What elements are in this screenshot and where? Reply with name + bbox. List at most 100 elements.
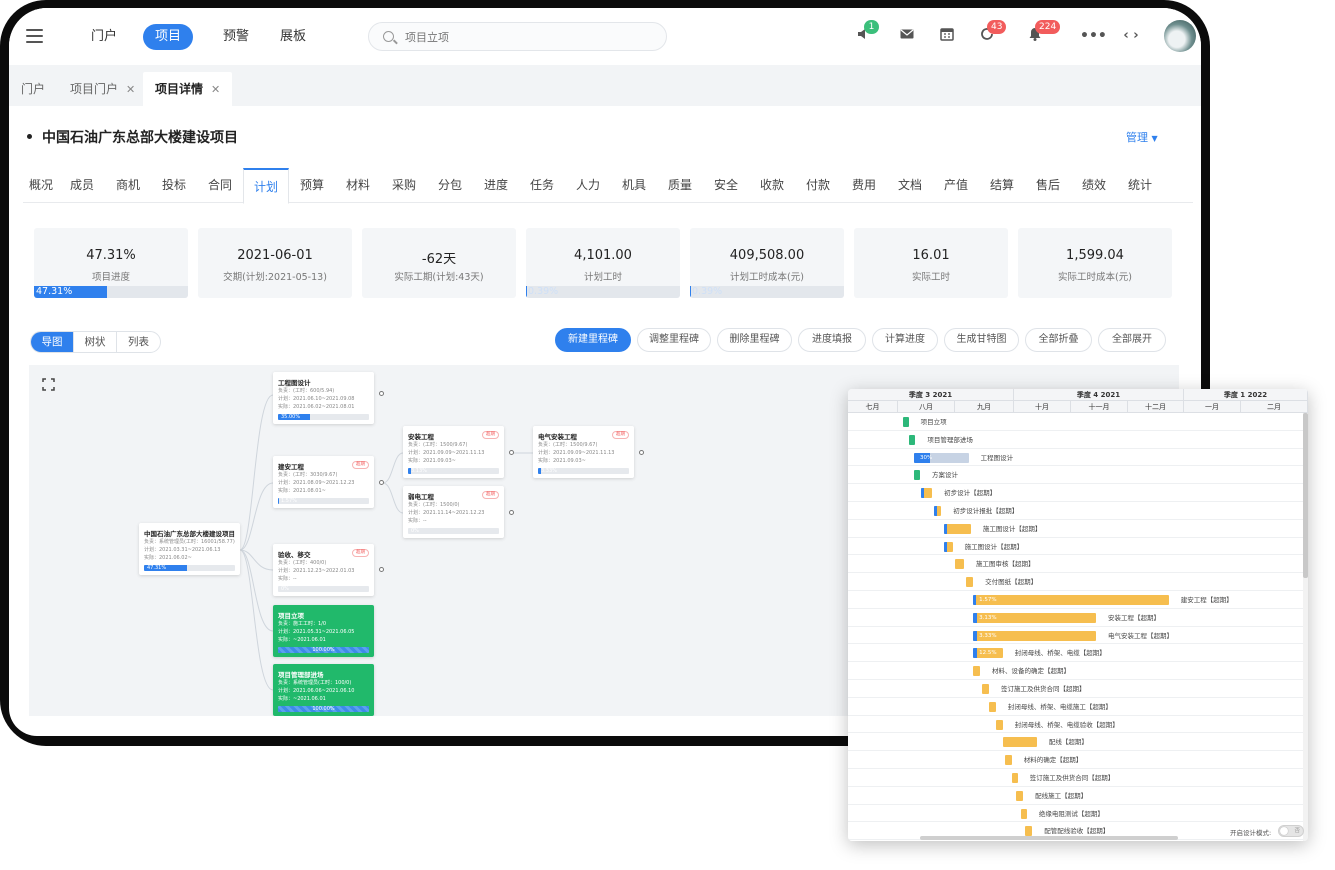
gantt-task-bar[interactable]: 1.57%: [973, 595, 1169, 605]
mail-icon[interactable]: [897, 26, 917, 46]
module-tab[interactable]: 计划: [243, 168, 289, 204]
gantt-row[interactable]: 配线施工【超期】: [848, 787, 1303, 805]
module-tab[interactable]: 进度: [473, 168, 519, 203]
gantt-row[interactable]: 绝缘电阻测试【超期】: [848, 805, 1303, 823]
gantt-task-bar[interactable]: [982, 684, 990, 694]
close-icon[interactable]: ✕: [211, 83, 220, 96]
close-icon[interactable]: ✕: [126, 83, 135, 96]
gantt-row[interactable]: 项目管理部进场: [848, 431, 1303, 449]
menu-icon[interactable]: [26, 29, 43, 43]
module-tab[interactable]: 统计: [1117, 168, 1163, 203]
speaker-icon[interactable]: 1: [854, 20, 879, 46]
horizontal-scrollbar[interactable]: [920, 836, 1178, 840]
view-mindmap[interactable]: 导图: [31, 332, 74, 352]
gantt-row[interactable]: 施工图设计【超期】: [848, 520, 1303, 538]
expand-knob[interactable]: [379, 391, 384, 396]
view-tree[interactable]: 树状: [74, 332, 117, 352]
module-tab[interactable]: 概况: [23, 168, 59, 203]
page-tab-portal[interactable]: 门户: [9, 72, 57, 106]
gantt-task-bar[interactable]: [1002, 737, 1037, 748]
code-icon[interactable]: ‹ ›: [1121, 26, 1141, 46]
search-box[interactable]: [368, 22, 667, 51]
gantt-task-bar[interactable]: [943, 523, 971, 534]
mindmap-node[interactable]: 安装工程 负责：(工时：1500/9.67) 计划：2021.09.09~2021.…: [403, 426, 504, 478]
mindmap-node[interactable]: 验收、移交 负责：(工时：400/0) 计划：2021.12.23~2022.01.…: [273, 544, 374, 596]
gantt-row[interactable]: 签订施工及供货合同【超期】: [848, 680, 1303, 698]
gantt-task-bar[interactable]: 3.33%: [973, 630, 1096, 641]
module-tab[interactable]: 商机: [105, 168, 151, 203]
action-button[interactable]: 生成甘特图: [944, 328, 1019, 352]
calendar-icon[interactable]: [937, 26, 957, 46]
gantt-row[interactable]: 3.33% 电气安装工程【超期】: [848, 627, 1303, 645]
page-tab-project-detail[interactable]: 项目详情 ✕: [143, 72, 233, 106]
action-button[interactable]: 新建里程碑: [555, 328, 631, 352]
mindmap-node[interactable]: 建安工程 负责：(工时：3030/9.67) 计划：2021.08.09~2021.…: [273, 456, 374, 508]
module-tab[interactable]: 任务: [519, 168, 565, 203]
mindmap-node[interactable]: 项目管理部进场 负责：系统管理员(工时：100/0) 计划：2021.06.06~2…: [273, 664, 374, 716]
gantt-task-bar[interactable]: [995, 719, 1003, 730]
module-tab[interactable]: 绩效: [1071, 168, 1117, 203]
bell-icon[interactable]: 224: [1025, 20, 1061, 46]
action-button[interactable]: 删除里程碑: [717, 328, 792, 352]
gantt-task-bar[interactable]: 30%: [913, 452, 969, 463]
gantt-task-bar[interactable]: [1016, 790, 1024, 801]
gantt-task-bar[interactable]: [973, 666, 980, 677]
gantt-row[interactable]: 配线【超期】: [848, 733, 1303, 752]
nav-warning[interactable]: 预警: [211, 24, 261, 50]
module-tab[interactable]: 合同: [197, 168, 243, 203]
search-input[interactable]: [405, 28, 645, 46]
design-mode-toggle[interactable]: 否: [1278, 825, 1304, 837]
gantt-task-bar[interactable]: [943, 541, 953, 552]
expand-knob[interactable]: [509, 450, 514, 455]
mindmap-node[interactable]: 工程图设计 负责：(工时：600/5.94) 计划：2021.06.10~2021.…: [273, 372, 374, 424]
gantt-task-bar[interactable]: [1011, 773, 1018, 783]
gantt-task-bar[interactable]: 3.13%: [973, 612, 1096, 623]
action-button[interactable]: 全部展开: [1098, 328, 1166, 352]
module-tab[interactable]: 采购: [381, 168, 427, 203]
nav-board[interactable]: 展板: [268, 24, 318, 50]
gantt-task-bar[interactable]: [920, 488, 933, 499]
gantt-task-bar[interactable]: [1004, 755, 1012, 766]
module-tab[interactable]: 投标: [151, 168, 197, 203]
avatar[interactable]: [1164, 20, 1196, 52]
more-icon[interactable]: •••: [1080, 26, 1107, 46]
nav-portal[interactable]: 门户: [79, 24, 129, 50]
module-tab[interactable]: 材料: [335, 168, 381, 203]
module-tab[interactable]: 文档: [887, 168, 933, 203]
module-tab[interactable]: 付款: [795, 168, 841, 203]
expand-knob[interactable]: [639, 450, 644, 455]
module-tab[interactable]: 收款: [749, 168, 795, 203]
module-tab[interactable]: 预算: [289, 168, 335, 203]
module-tab[interactable]: 产值: [933, 168, 979, 203]
gantt-task-bar[interactable]: [913, 470, 920, 481]
gantt-row[interactable]: 签订施工及供货合同【超期】: [848, 769, 1303, 787]
module-tab[interactable]: 安全: [703, 168, 749, 203]
gantt-row[interactable]: 3.13% 安装工程【超期】: [848, 609, 1303, 627]
mindmap-node[interactable]: 项目立项 负责：施工工时：1/0 计划：2021.05.31~2021.06.05 实…: [273, 605, 374, 657]
module-tab[interactable]: 分包: [427, 168, 473, 203]
gantt-task-bar[interactable]: 12.5%: [973, 648, 1003, 659]
gantt-row[interactable]: 封闭母线、桥架、电缆验收【超期】: [848, 716, 1303, 734]
scroll-thumb[interactable]: [1303, 413, 1308, 578]
expand-knob[interactable]: [379, 567, 384, 572]
module-tab[interactable]: 人力: [565, 168, 611, 203]
sync-icon[interactable]: 43: [977, 20, 1007, 46]
gantt-task-bar[interactable]: [1025, 826, 1033, 837]
gantt-row[interactable]: 材料、设备的确定【超期】: [848, 662, 1303, 680]
gantt-task-bar[interactable]: [909, 434, 916, 445]
module-tab[interactable]: 成员: [59, 168, 105, 203]
action-button[interactable]: 进度填报: [798, 328, 866, 352]
expand-knob[interactable]: [509, 510, 514, 515]
action-button[interactable]: 计算进度: [872, 328, 938, 352]
gantt-task-bar[interactable]: [954, 559, 965, 570]
mindmap-node[interactable]: 中国石油广东总部大楼建设项目 负责：系统管理员(工时：16001/58.77) 计划…: [139, 523, 240, 575]
module-tab[interactable]: 机具: [611, 168, 657, 203]
mindmap-node[interactable]: 电气安装工程 负责：(工时：1500/9.67) 计划：2021.09.09~202…: [533, 426, 634, 478]
gantt-row[interactable]: 12.5% 封闭母线、桥架、电缆【超期】: [848, 644, 1303, 663]
module-tab[interactable]: 质量: [657, 168, 703, 203]
gantt-row[interactable]: 初步设计【超期】: [848, 484, 1303, 502]
action-button[interactable]: 调整里程碑: [637, 328, 711, 352]
gantt-row[interactable]: 施工图审核【超期】: [848, 555, 1303, 574]
view-list[interactable]: 列表: [117, 332, 160, 352]
gantt-row[interactable]: 材料的确定【超期】: [848, 751, 1303, 769]
